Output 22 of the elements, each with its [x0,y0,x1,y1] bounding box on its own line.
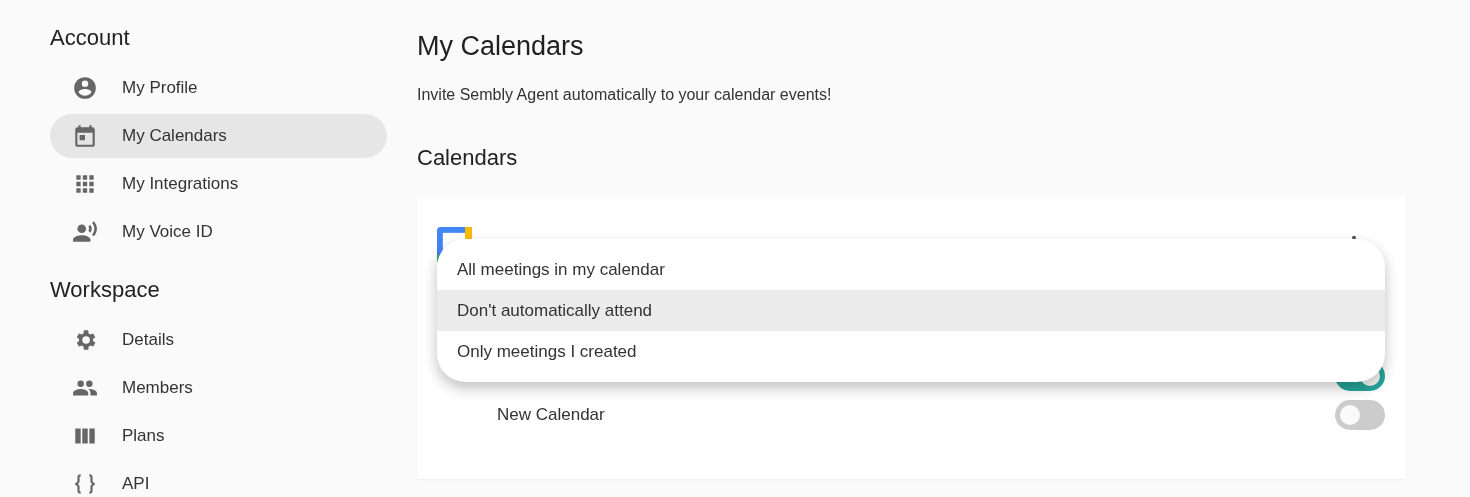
menu-option[interactable]: Only meetings I created [437,331,1385,372]
speaking-person-icon [72,219,98,245]
calendar-icon [72,123,98,149]
menu-option[interactable]: Don't automatically attend [437,290,1385,331]
menu-option[interactable]: All meetings in my calendar [437,249,1385,290]
calendar-name: New Calendar [497,404,605,425]
section-heading: Calendars [417,144,519,172]
toggle-switch[interactable] [1335,399,1385,430]
braces-icon [72,471,98,497]
sidebar-item[interactable]: Members [50,366,387,410]
sidebar-item[interactable]: My Calendars [50,114,387,158]
sidebar-item[interactable]: API [50,462,387,497]
sidebar-item[interactable]: My Voice ID [50,210,387,254]
sidebar-item[interactable]: Details [50,318,387,362]
section-heading: Account [50,24,131,52]
sidebar-item[interactable]: My Integrations [50,162,387,206]
person-icon [72,75,98,101]
page-subtitle: Invite Sembly Agent automatically to your calendar events! [417,86,833,104]
sidebar-item[interactable]: My Profile [50,66,387,110]
sidebar-item[interactable]: Plans [50,414,387,458]
section-heading: Workspace [50,276,161,304]
page-title: My Calendars [417,30,585,63]
